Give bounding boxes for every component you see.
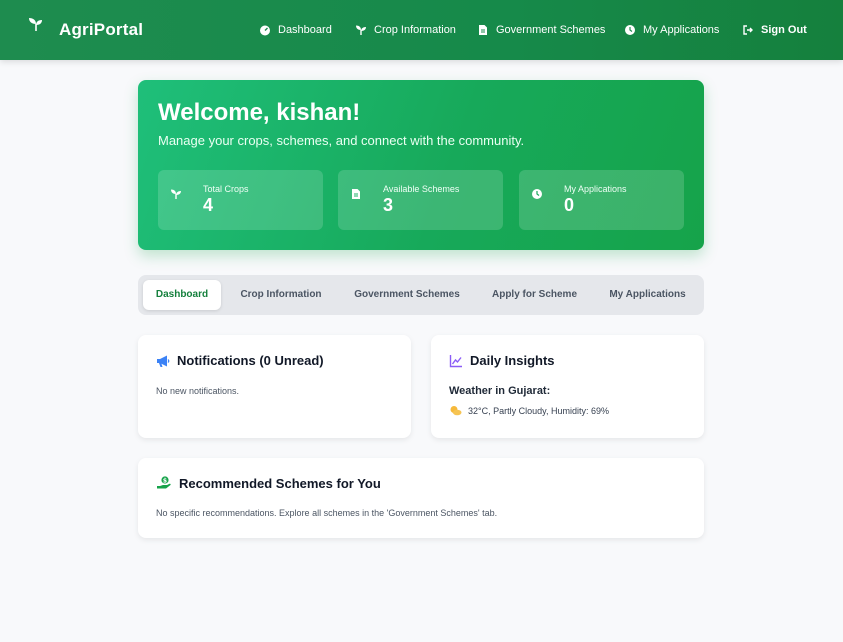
top-navbar: AgriPortal Dashboard Crop Information Go… xyxy=(0,0,843,60)
sign-out-icon xyxy=(743,25,753,35)
tab-crop-information[interactable]: Crop Information xyxy=(228,280,334,310)
brand[interactable]: AgriPortal xyxy=(28,0,143,60)
tab-dashboard[interactable]: Dashboard xyxy=(143,280,221,310)
app-name: AgriPortal xyxy=(59,20,144,39)
clock-icon xyxy=(532,189,542,199)
tab-bar: Dashboard Crop Information Government Sc… xyxy=(138,275,704,315)
recommended-schemes-card: $ Recommended Schemes for You No specifi… xyxy=(138,458,704,538)
nav-my-applications-label: My Applications xyxy=(643,24,720,36)
stat-value: 4 xyxy=(203,195,214,215)
megaphone-icon xyxy=(157,355,170,367)
welcome-banner: Welcome, kishan! Manage your crops, sche… xyxy=(138,80,704,250)
stat-total-crops: Total Crops 4 xyxy=(158,170,323,230)
stat-label: Available Schemes xyxy=(383,184,460,194)
sprout-icon xyxy=(356,25,366,35)
nav-crop-information-label: Crop Information xyxy=(374,24,456,36)
welcome-subtitle: Manage your crops, schemes, and connect … xyxy=(158,133,525,148)
svg-text:$: $ xyxy=(163,477,167,484)
weather-heading: Weather in Gujarat: xyxy=(449,385,551,397)
document-icon xyxy=(352,189,360,199)
tab-government-schemes[interactable]: Government Schemes xyxy=(344,280,470,310)
sprout-icon xyxy=(29,18,42,31)
recommended-title-text: Recommended Schemes for You xyxy=(179,475,381,491)
sign-out-button[interactable]: Sign Out xyxy=(742,20,807,40)
stat-value: 3 xyxy=(383,195,394,215)
tab-my-applications[interactable]: My Applications xyxy=(601,280,694,310)
notifications-title-text: Notifications (0 Unread) xyxy=(177,353,324,368)
nav-crop-information[interactable]: Crop Information xyxy=(355,20,456,40)
daily-insights-title-text: Daily Insights xyxy=(470,353,555,368)
nav-dashboard-label: Dashboard xyxy=(278,24,332,36)
daily-insights-title: Daily Insights xyxy=(449,353,555,368)
tab-apply-for-scheme[interactable]: Apply for Scheme xyxy=(481,280,588,310)
sign-out-label: Sign Out xyxy=(761,24,807,36)
partly-cloudy-icon xyxy=(450,406,462,416)
welcome-title: Welcome, kishan! xyxy=(158,99,361,126)
stat-available-schemes: Available Schemes 3 xyxy=(338,170,503,230)
nav-government-schemes-label: Government Schemes xyxy=(496,24,606,36)
stat-value: 0 xyxy=(564,195,575,215)
nav-government-schemes[interactable]: Government Schemes xyxy=(477,20,605,40)
recommended-title: $ Recommended Schemes for You xyxy=(156,475,381,491)
weather-text: 32°C, Partly Cloudy, Humidity: 69% xyxy=(468,405,609,416)
hand-holding-dollar-icon: $ xyxy=(157,476,171,489)
gauge-icon xyxy=(260,25,270,36)
daily-insights-card: Daily Insights Weather in Gujarat: 32°C,… xyxy=(431,335,704,438)
sprout-icon xyxy=(171,189,181,199)
clock-icon xyxy=(625,25,635,35)
stat-my-applications: My Applications 0 xyxy=(519,170,684,230)
notifications-title: Notifications (0 Unread) xyxy=(156,353,324,368)
document-icon xyxy=(479,25,487,35)
weather-info: 32°C, Partly Cloudy, Humidity: 69% xyxy=(449,405,609,416)
stat-label: My Applications xyxy=(564,184,627,194)
nav-my-applications[interactable]: My Applications xyxy=(624,20,719,40)
recommended-text: No specific recommendations. Explore all… xyxy=(156,508,498,518)
notifications-card: Notifications (0 Unread) No new notifica… xyxy=(138,335,411,438)
stat-label: Total Crops xyxy=(203,184,249,194)
nav-dashboard[interactable]: Dashboard xyxy=(259,20,332,40)
chart-line-icon xyxy=(449,354,462,367)
notifications-empty-text: No new notifications. xyxy=(156,386,240,396)
